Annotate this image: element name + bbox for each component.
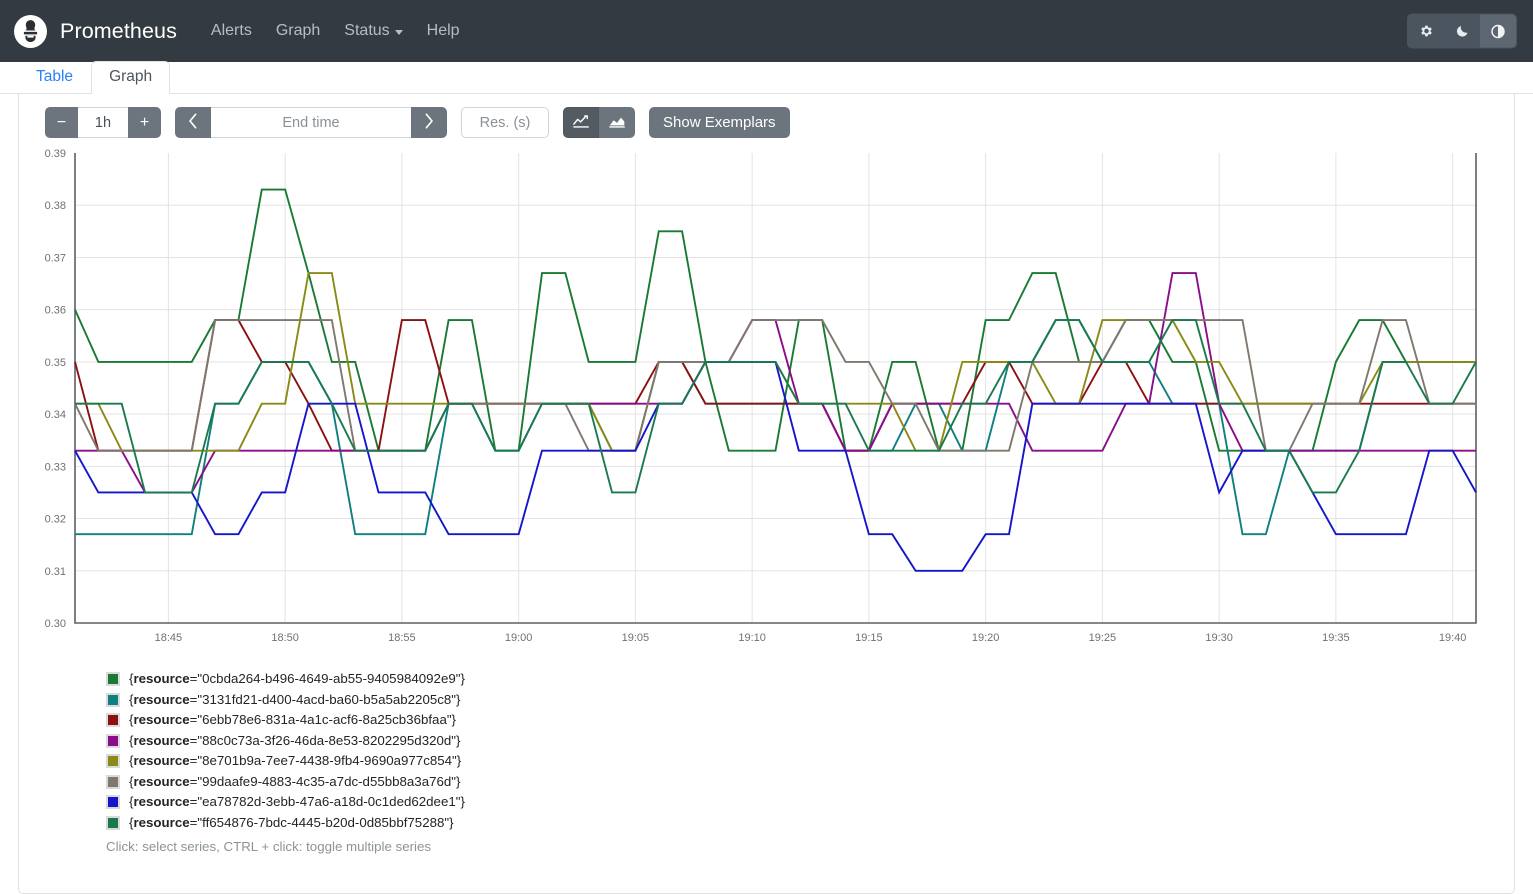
legend: {resource="0cbda264-b496-4649-ab55-94059…	[33, 669, 1500, 833]
y-axis-tick-label: 0.36	[45, 305, 66, 317]
moon-icon	[1455, 24, 1470, 39]
legend-series-label: {resource="88c0c73a-3f26-46da-8e53-82022…	[129, 732, 461, 748]
chevron-left-icon	[188, 113, 198, 132]
x-axis-tick-label: 19:35	[1322, 632, 1350, 644]
legend-color-swatch	[106, 754, 120, 769]
nav-link-graph[interactable]: Graph	[264, 14, 332, 48]
end-time-input[interactable]	[211, 107, 411, 138]
y-axis-tick-label: 0.32	[45, 514, 66, 526]
y-axis-tick-label: 0.30	[45, 618, 66, 630]
x-axis-tick-label: 19:30	[1205, 632, 1233, 644]
brand[interactable]: Prometheus	[14, 14, 177, 48]
x-axis-tick-label: 19:15	[855, 632, 883, 644]
x-axis-tick-label: 19:25	[1089, 632, 1117, 644]
legend-color-swatch	[106, 713, 120, 728]
legend-item[interactable]: {resource="0cbda264-b496-4649-ab55-94059…	[106, 669, 1500, 690]
chart-type-control	[563, 107, 635, 138]
x-axis-tick-label: 19:20	[972, 632, 1000, 644]
chart-type-stacked-button[interactable]	[599, 107, 635, 138]
legend-color-swatch	[106, 733, 120, 748]
legend-item[interactable]: {resource="99daafe9-4883-4c35-a7dc-d55bb…	[106, 772, 1500, 793]
brand-title: Prometheus	[60, 18, 177, 43]
legend-hint: Click: select series, CTRL + click: togg…	[106, 839, 432, 854]
chevron-right-icon	[424, 113, 434, 132]
prometheus-logo-icon	[14, 14, 47, 48]
range-decrease-button[interactable]: −	[45, 107, 78, 138]
legend-item[interactable]: {resource="ff654876-7bdc-4445-b20d-0d85b…	[106, 813, 1500, 834]
legend-series-label: {resource="0cbda264-b496-4649-ab55-94059…	[129, 671, 465, 686]
end-time-control	[175, 107, 447, 138]
legend-color-swatch	[106, 774, 120, 789]
line-chart-icon	[572, 114, 590, 132]
x-axis-tick-label: 18:45	[155, 632, 183, 644]
tab-bar: Table Graph	[0, 61, 1533, 94]
legend-item[interactable]: {resource="3131fd21-d400-4acd-ba60-b5a5a…	[106, 690, 1500, 711]
nav-link-help-label: Help	[426, 22, 460, 39]
range-control: − +	[45, 107, 161, 138]
legend-color-swatch	[106, 795, 120, 810]
gear-icon	[1419, 24, 1434, 39]
nav-link-status-label: Status	[344, 22, 390, 39]
theme-auto-button[interactable]	[1480, 14, 1516, 48]
legend-series-label: {resource="3131fd21-d400-4acd-ba60-b5a5a…	[129, 691, 461, 707]
legend-series-label: {resource="ff654876-7bdc-4445-b20d-0d85b…	[129, 814, 454, 830]
legend-item[interactable]: {resource="88c0c73a-3f26-46da-8e53-82022…	[106, 731, 1500, 752]
tab-table[interactable]: Table	[18, 61, 91, 94]
x-axis-tick-label: 19:00	[505, 632, 533, 644]
legend-item[interactable]: {resource="8e701b9a-7ee7-4438-9fb4-9690a…	[106, 751, 1500, 772]
legend-series-label: {resource="99daafe9-4883-4c35-a7dc-d55bb…	[129, 773, 461, 789]
x-axis-tick-label: 19:40	[1439, 632, 1467, 644]
nav-links: Alerts Graph Status Help	[199, 14, 472, 48]
nav-link-alerts-label: Alerts	[210, 22, 252, 39]
chevron-down-icon	[394, 30, 403, 35]
y-axis-tick-label: 0.31	[45, 566, 66, 578]
y-axis-tick-label: 0.34	[45, 409, 66, 421]
nav-link-status[interactable]: Status	[332, 14, 414, 48]
nav-link-alerts[interactable]: Alerts	[199, 14, 264, 48]
legend-color-swatch	[106, 815, 120, 830]
y-axis-tick-label: 0.33	[45, 461, 66, 473]
x-axis-tick-label: 18:55	[388, 632, 416, 644]
legend-series-label: {resource="8e701b9a-7ee7-4438-9fb4-9690a…	[129, 753, 462, 768]
legend-color-swatch	[106, 672, 120, 687]
legend-series-label: {resource="6ebb78e6-831a-4a1c-acf6-8a25c…	[129, 712, 457, 727]
nav-link-graph-label: Graph	[275, 22, 321, 39]
graph-canvas[interactable]: 0.30 0.31 0.32 0.33 0.34 0.35 0.36 0.37 0.38 0.39…	[33, 147, 1508, 647]
y-axis-tick-label: 0.37	[45, 252, 66, 264]
chart-type-line-button[interactable]	[563, 107, 599, 138]
x-axis-tick-label: 18:50	[271, 632, 299, 644]
range-input[interactable]	[78, 107, 128, 138]
legend-series-label: {resource="ea78782d-3ebb-47a6-a18d-0c1de…	[129, 794, 465, 809]
legend-item[interactable]: {resource="6ebb78e6-831a-4a1c-acf6-8a25c…	[106, 710, 1500, 731]
navbar: Prometheus Alerts Graph Status Help	[0, 0, 1533, 62]
theme-switcher	[1407, 13, 1517, 49]
y-axis-tick-label: 0.38	[45, 200, 66, 212]
y-axis-tick-label: 0.39	[45, 148, 66, 160]
theme-light-button[interactable]	[1408, 14, 1444, 48]
time-back-button[interactable]	[175, 107, 211, 138]
nav-link-help[interactable]: Help	[415, 14, 472, 48]
x-axis-tick-label: 19:05	[622, 632, 650, 644]
y-axis-tick-label: 0.35	[45, 357, 66, 369]
half-circle-icon	[1490, 23, 1506, 39]
show-exemplars-button[interactable]: Show Exemplars	[649, 107, 790, 138]
theme-dark-button[interactable]	[1444, 14, 1480, 48]
range-increase-button[interactable]: +	[128, 107, 161, 138]
tab-graph[interactable]: Graph	[91, 61, 171, 94]
legend-color-swatch	[106, 692, 120, 707]
resolution-input[interactable]	[461, 107, 549, 138]
legend-item[interactable]: {resource="ea78782d-3ebb-47a6-a18d-0c1de…	[106, 792, 1500, 813]
graph-panel: − +	[18, 94, 1515, 894]
x-axis-tick-label: 19:10	[738, 632, 766, 644]
stacked-area-chart-icon	[608, 114, 626, 132]
graph-toolbar: − +	[33, 107, 1500, 138]
time-forward-button[interactable]	[411, 107, 447, 138]
time-series-chart[interactable]: 0.30 0.31 0.32 0.33 0.34 0.35 0.36 0.37 0.38 0.39…	[33, 147, 1508, 647]
